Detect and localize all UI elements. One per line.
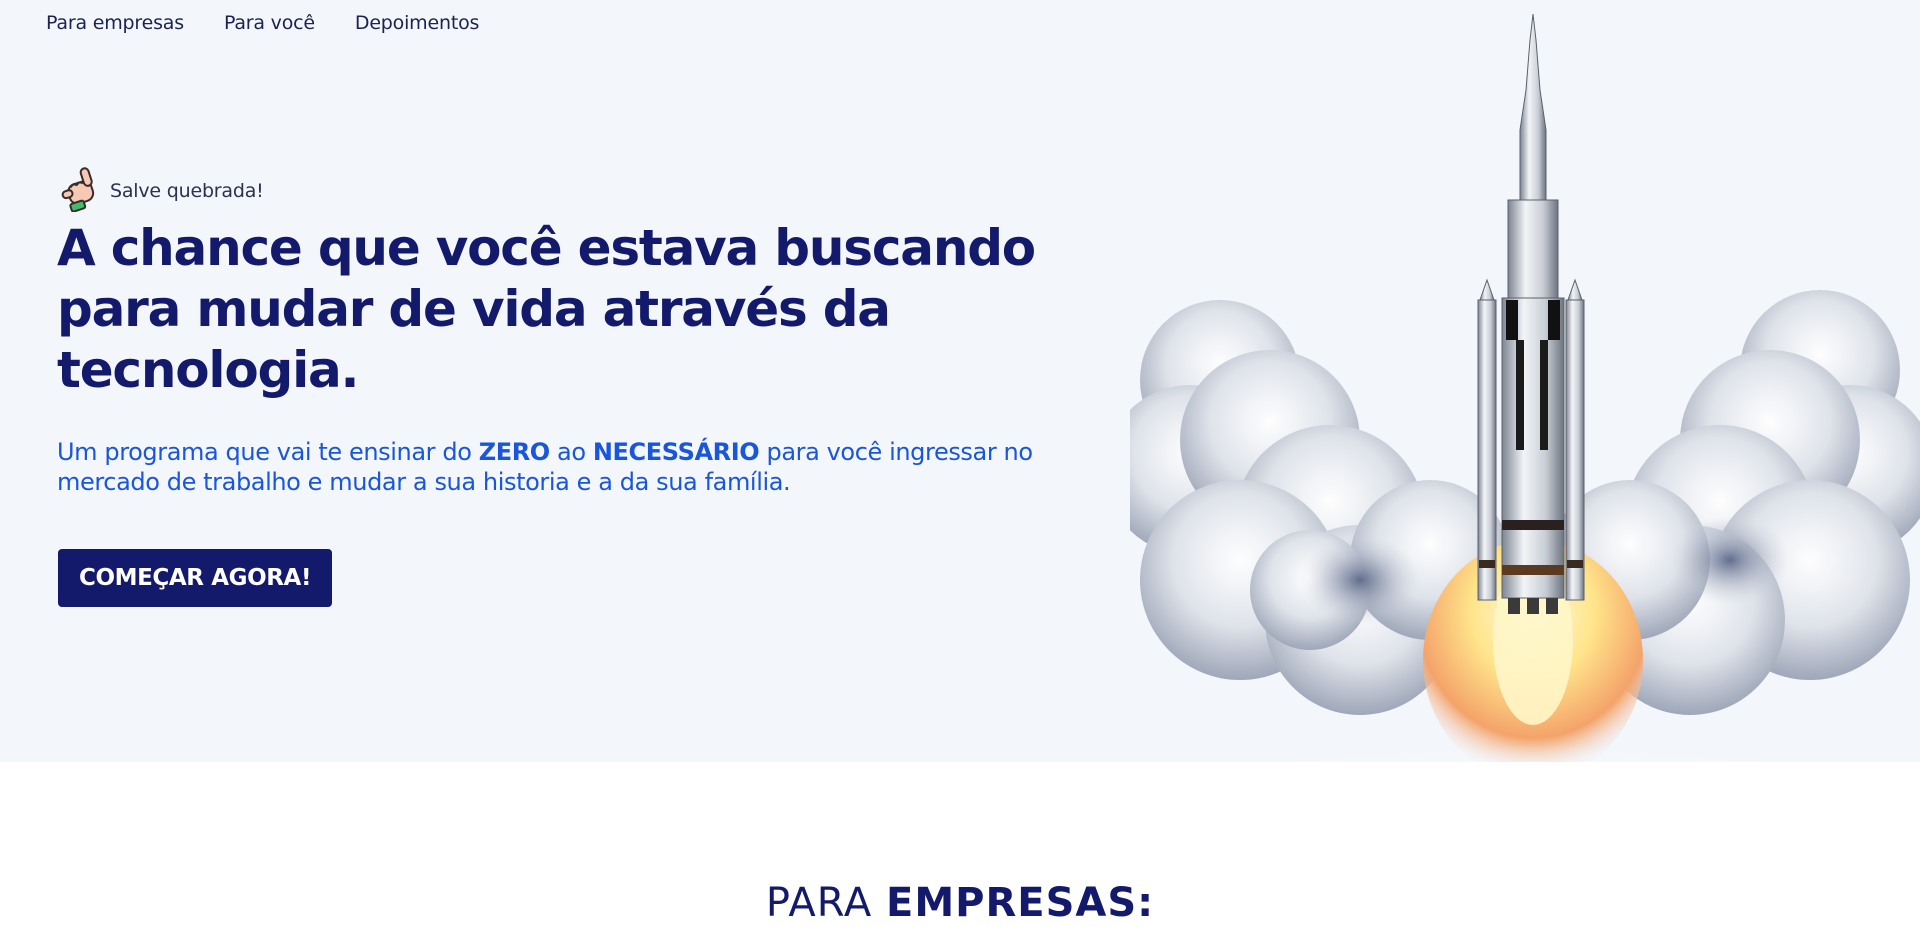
nav-link-depoimentos[interactable]: Depoimentos — [355, 12, 479, 34]
section-title-bold: EMPRESAS: — [886, 880, 1155, 926]
hero-section: Para empresas Para você Depoimentos Salv… — [0, 0, 1920, 762]
subtitle-line-2: mercado de trabalho e mudar a sua histor… — [57, 468, 791, 496]
rocket-launch-illustration — [1130, 13, 1920, 762]
subtitle-bold-zero: ZERO — [478, 438, 550, 466]
shaka-hand-icon — [58, 166, 106, 216]
hero-headline: A chance que você estava buscando para m… — [57, 218, 1057, 401]
greeting: Salve quebrada! — [58, 166, 264, 216]
headline-line-2: para mudar de vida através da — [57, 280, 891, 338]
start-now-button[interactable]: COMEÇAR AGORA! — [58, 549, 332, 607]
subtitle-bold-necessario: NECESSÁRIO — [592, 438, 760, 466]
headline-line-1: A chance que você estava buscando — [57, 219, 1036, 277]
top-nav: Para empresas Para você Depoimentos — [46, 12, 479, 34]
nav-link-para-voce[interactable]: Para você — [224, 12, 315, 34]
nav-link-para-empresas[interactable]: Para empresas — [46, 12, 184, 34]
greeting-text: Salve quebrada! — [110, 180, 264, 202]
subtitle-part-1: Um programa que vai te ensinar do — [57, 438, 479, 466]
subtitle-part-3: para você ingressar no — [759, 438, 1033, 466]
section-title-para-empresas: PARA EMPRESAS: — [0, 880, 1920, 926]
subtitle-part-2: ao — [549, 438, 593, 466]
hero-subtitle: Um programa que vai te ensinar do ZERO a… — [57, 437, 1137, 497]
headline-line-3: tecnologia. — [57, 341, 360, 399]
section-title-light: PARA — [765, 880, 887, 926]
